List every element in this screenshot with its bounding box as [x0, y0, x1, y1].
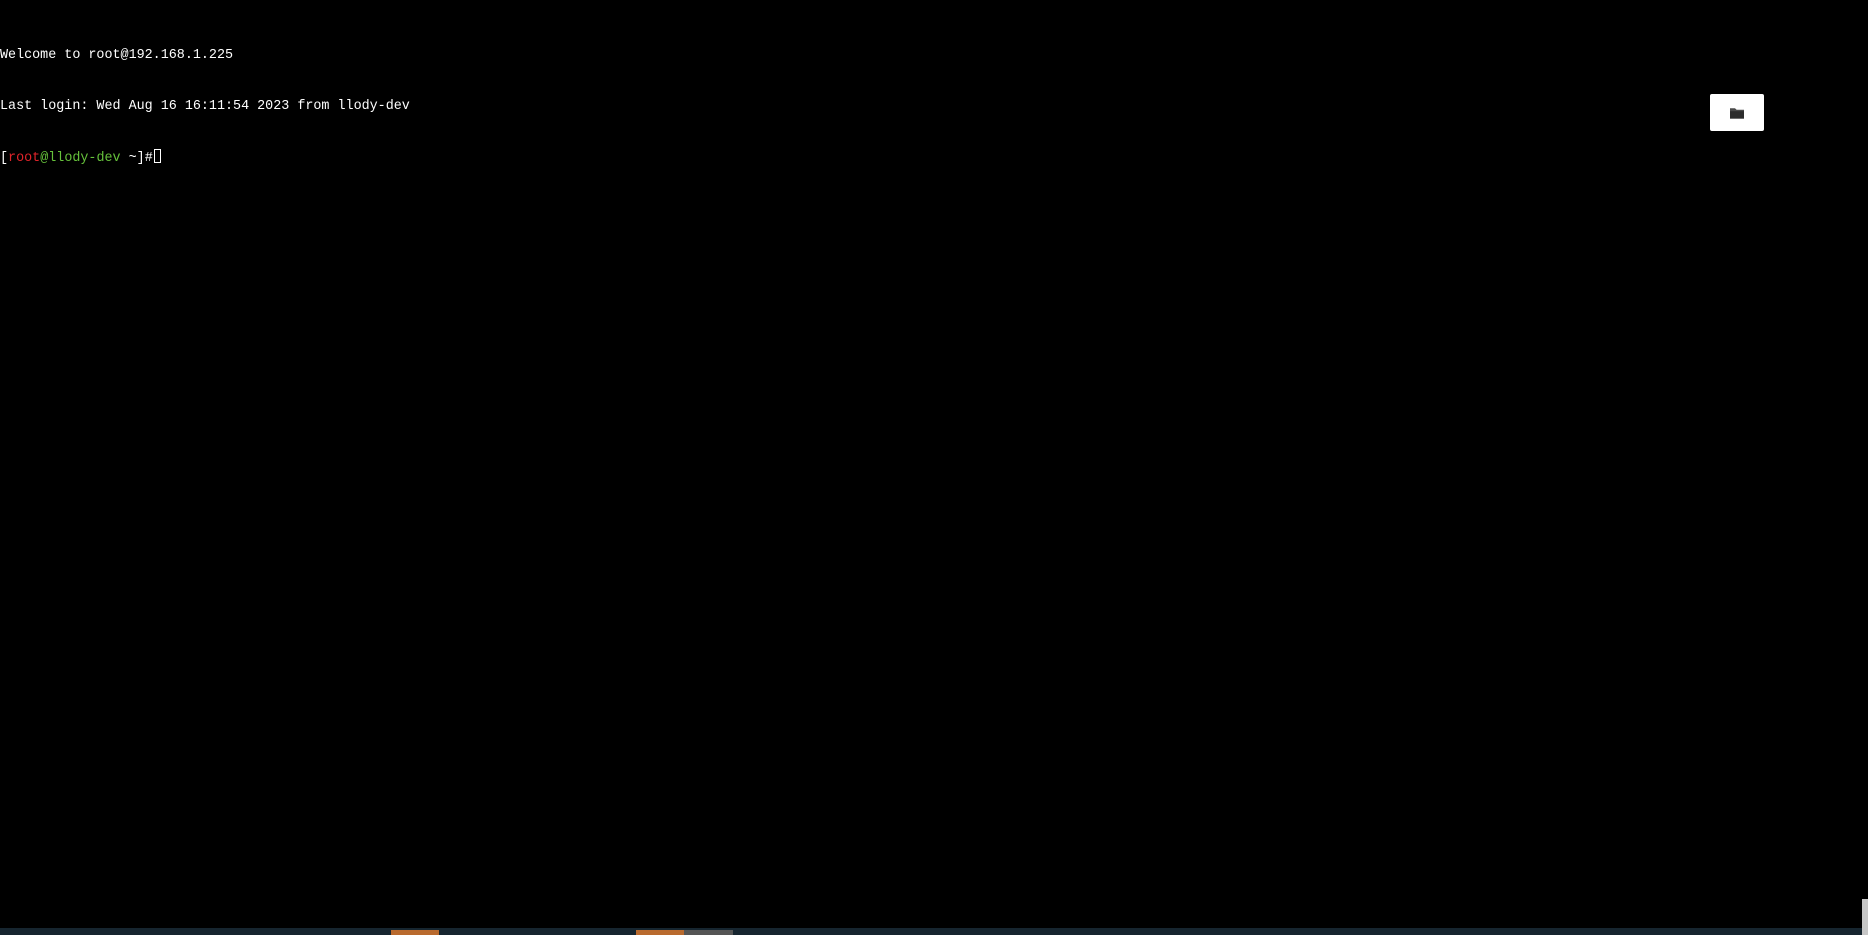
folder-icon — [1730, 107, 1744, 119]
prompt-user: root — [8, 151, 41, 166]
tab-indicator-3[interactable] — [684, 930, 733, 935]
prompt-close-bracket: ] — [136, 151, 145, 166]
vertical-scrollbar-thumb[interactable] — [1862, 0, 1868, 899]
last-login-line: Last login: Wed Aug 16 16:11:54 2023 fro… — [0, 99, 410, 114]
text-cursor — [153, 149, 161, 163]
welcome-line: Welcome to root@192.168.1.225 — [0, 48, 234, 63]
tab-indicator-1[interactable] — [391, 930, 439, 935]
prompt-path: ~ — [120, 151, 137, 166]
prompt-symbol: # — [144, 151, 153, 166]
prompt-open-bracket: [ — [0, 151, 9, 166]
prompt-line[interactable]: [root@llody-dev ~]# — [0, 149, 410, 166]
tab-indicator-2[interactable] — [636, 930, 684, 935]
file-manager-button[interactable] — [1710, 94, 1764, 131]
terminal-output: Welcome to root@192.168.1.225 Last login… — [0, 13, 410, 200]
prompt-host: llody-dev — [48, 151, 121, 166]
terminal-window[interactable]: Welcome to root@192.168.1.225 Last login… — [0, 0, 1862, 928]
bottom-tab-bar — [0, 928, 1862, 935]
